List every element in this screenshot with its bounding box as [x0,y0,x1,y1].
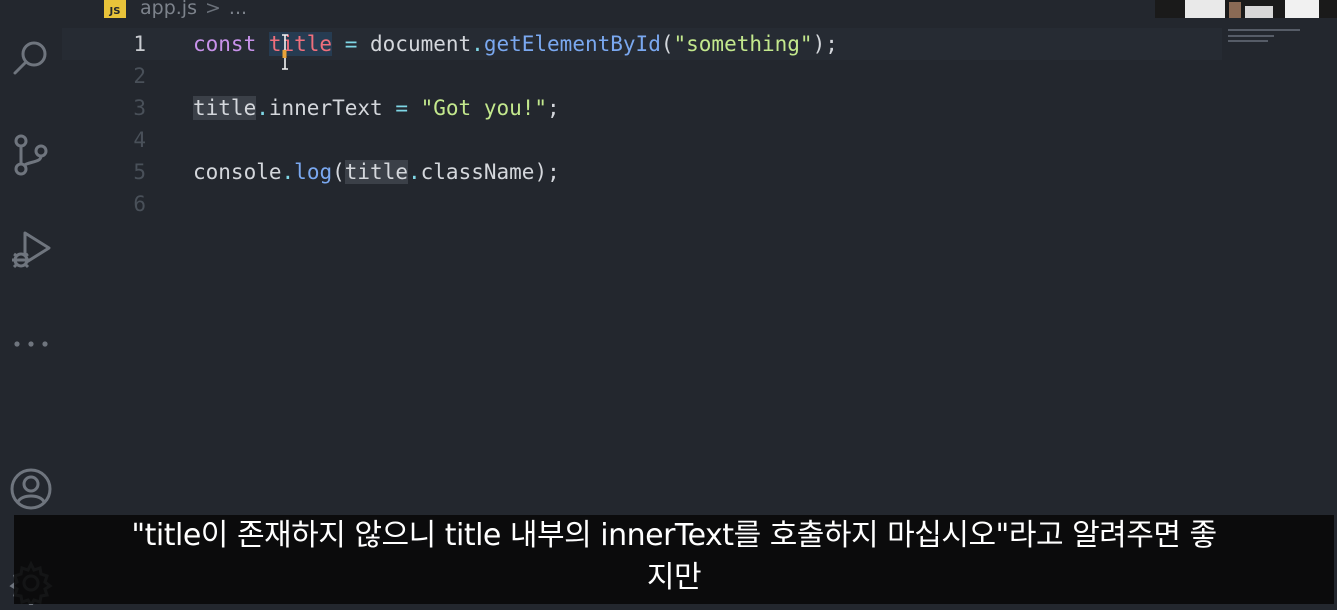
search-icon[interactable] [8,36,54,82]
video-subtitle: "title이 존재하지 않으니 title 내부의 innerText를 호출… [14,515,1334,604]
line-number: 6 [133,192,146,216]
code-line-2[interactable]: 2 [62,60,1222,92]
token-function: log [294,160,333,184]
vscode-window: JS app.js > ... 1 const title = document… [0,0,1337,610]
breadcrumb-file[interactable]: app.js [140,0,197,19]
webcam-overlay [1155,0,1337,18]
line-number: 4 [133,128,146,152]
token-paren: ( [332,160,345,184]
token-dot: . [281,160,295,184]
token-operator: = [332,32,371,56]
run-debug-icon[interactable] [8,226,54,272]
code-line-6[interactable]: 6 [62,188,1222,220]
js-file-icon: JS [104,0,126,18]
line-number: 3 [133,96,146,120]
token-paren: ( [660,32,674,56]
account-icon[interactable] [8,466,54,512]
token-punct: ); [812,32,838,56]
code-line-4[interactable]: 4 [62,124,1222,156]
token-property: innerText [268,96,383,120]
code-line-3[interactable]: 3 title.innerText = "Got you!"; [62,92,1222,124]
line-number: 2 [133,64,146,88]
token-identifier-highlight: title [344,160,408,184]
breadcrumb-separator: > [204,0,221,19]
token-dot: . [256,96,269,120]
code-text[interactable]: const title = document.getElementById("s… [193,32,838,56]
token-identifier: document [370,32,472,56]
token-property: className [420,160,535,184]
breadcrumb-more[interactable]: ... [229,0,247,19]
source-control-icon[interactable] [8,132,54,178]
token-string: "something" [673,32,813,56]
token-function: getElementById [483,32,661,56]
token-punct: ); [534,160,560,184]
token-dot: . [471,32,484,56]
token-identifier-highlight: title [193,96,257,120]
token-punct: ; [547,96,560,120]
code-line-1[interactable]: 1 const title = document.getElementById(… [62,28,1222,60]
token-identifier: console [193,160,282,184]
more-icon[interactable] [8,320,54,366]
token-keyword: const [193,32,269,56]
text-cursor-icon [281,34,289,70]
token-string: "Got you!" [420,96,548,120]
token-variable-selected: title [268,32,333,56]
token-dot: . [407,160,421,184]
code-line-5[interactable]: 5 console.log(title.className); [62,156,1222,188]
subtitle-line-1: "title이 존재하지 않으니 title 내부의 innerText를 호출… [131,518,1217,553]
token-operator: = [382,96,421,120]
line-number: 1 [133,32,146,56]
subtitle-line-2: 지만 [646,560,702,595]
line-number: 5 [133,160,146,184]
minimap[interactable] [1222,24,1337,344]
code-editor[interactable]: 1 const title = document.getElementById(… [62,26,1222,496]
code-text[interactable]: title.innerText = "Got you!"; [193,96,560,120]
breadcrumb: JS app.js > ... [104,0,247,22]
code-text[interactable]: console.log(title.className); [193,160,560,184]
